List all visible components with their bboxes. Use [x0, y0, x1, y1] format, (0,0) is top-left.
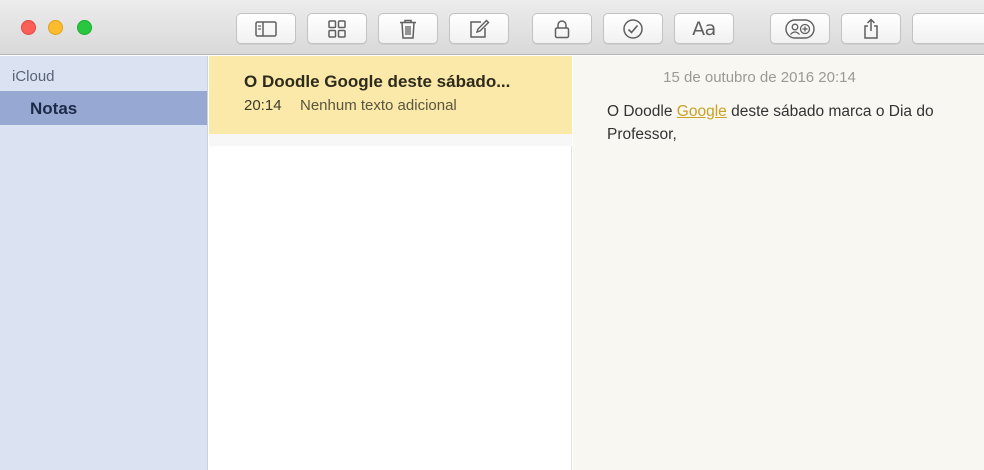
grid-icon [328, 19, 346, 38]
note-body[interactable]: O Doodle Google deste sábado marca o Dia… [607, 100, 967, 146]
close-window-button[interactable] [21, 20, 36, 35]
format-button[interactable]: Aa [674, 13, 734, 44]
add-people-icon [785, 18, 815, 39]
new-note-button[interactable] [449, 13, 509, 44]
attachments-browser-button[interactable] [307, 13, 367, 44]
note-divider [209, 134, 572, 146]
sidebar: iCloud Notas [0, 56, 208, 470]
sidebar-toggle-button[interactable] [236, 13, 296, 44]
minimize-window-button[interactable] [48, 20, 63, 35]
zoom-window-button[interactable] [77, 20, 92, 35]
note-list-item[interactable]: O Doodle Google deste sábado... 20:14 Ne… [209, 56, 572, 134]
text-format-icon: Aa [692, 17, 716, 40]
note-time: 20:14 [244, 97, 282, 114]
lock-icon [554, 19, 570, 38]
trash-icon [400, 19, 416, 39]
checkmark-circle-icon [623, 18, 643, 39]
search-field[interactable] [912, 13, 984, 44]
sidebar-item-notas[interactable]: Notas [0, 91, 207, 125]
sidebar-section-icloud: iCloud [12, 68, 55, 85]
delete-button[interactable] [378, 13, 438, 44]
compose-icon [470, 19, 490, 38]
share-icon [864, 17, 878, 39]
sidebar-item-label: Notas [30, 99, 78, 118]
share-button[interactable] [841, 13, 901, 44]
note-list: O Doodle Google deste sábado... 20:14 Ne… [209, 56, 572, 470]
lock-button[interactable] [532, 13, 592, 44]
note-preview: Nenhum texto adicional [300, 97, 457, 114]
note-title: O Doodle Google deste sábado... [244, 72, 511, 91]
add-people-button[interactable] [770, 13, 830, 44]
sidebar-icon [255, 20, 277, 37]
toolbar: Aa [0, 0, 984, 55]
checklist-button[interactable] [603, 13, 663, 44]
note-body-text: O Doodle [607, 103, 677, 120]
google-link[interactable]: Google [677, 103, 727, 120]
note-date: 15 de outubro de 2016 20:14 [663, 69, 856, 86]
note-editor[interactable]: 15 de outubro de 2016 20:14 O Doodle Goo… [573, 56, 984, 470]
